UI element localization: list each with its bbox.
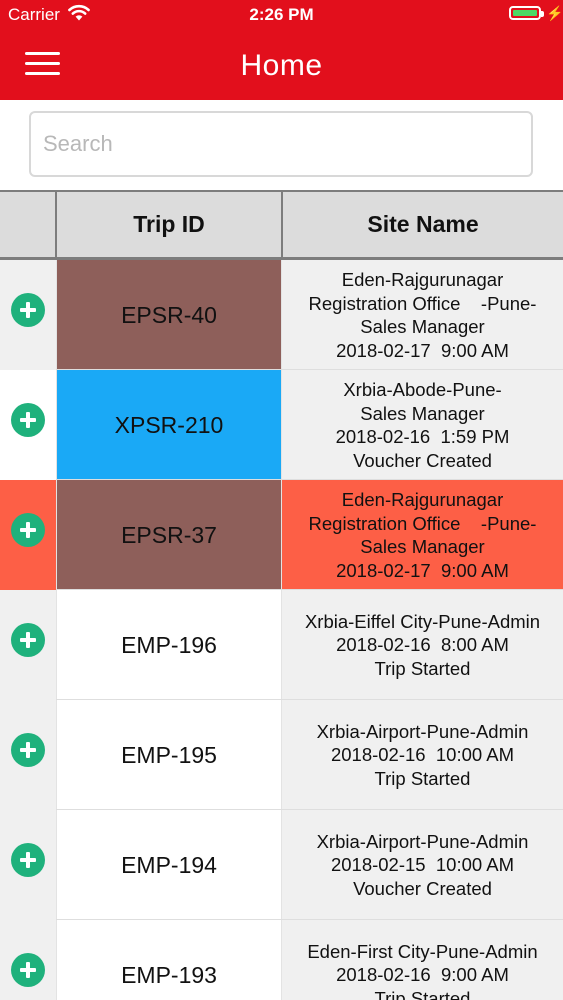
site-line: 2018-02-17 9:00 AM bbox=[336, 339, 509, 361]
site-line: Voucher Created bbox=[353, 449, 492, 471]
site-name-cell[interactable]: Xrbia-Airport-Pune-Admin 2018-02-15 10:00… bbox=[282, 810, 563, 920]
row-expand-cell bbox=[0, 810, 56, 920]
add-circle-icon[interactable] bbox=[11, 623, 45, 657]
site-line: Eden-Rajgurunagar bbox=[341, 269, 504, 290]
row-expand-cell bbox=[0, 260, 56, 370]
site-name-cell[interactable]: Xrbia-Abode-Pune- Sales Manager 2018-02-16… bbox=[282, 370, 563, 480]
row-expand-cell bbox=[0, 590, 56, 700]
site-line: 2018-02-16 9:00 AM bbox=[336, 964, 509, 986]
row-expand-cell bbox=[0, 700, 56, 810]
site-line: 2018-02-16 8:00 AM bbox=[336, 634, 509, 656]
trip-id-cell[interactable]: EMP-196 bbox=[56, 590, 282, 700]
trip-id-cell[interactable]: XPSR-210 bbox=[56, 370, 282, 480]
site-line: Registration Office -Pune- bbox=[308, 512, 537, 534]
header-expand-column bbox=[0, 192, 57, 257]
site-line: Xrbia-Airport-Pune-Admin bbox=[316, 830, 529, 852]
site-line: Eden-Rajgurunagar bbox=[341, 489, 504, 510]
add-circle-icon[interactable] bbox=[11, 733, 45, 767]
table-row[interactable]: EMP-194 Xrbia-Airport-Pune-Admin 2018-02-1… bbox=[0, 810, 563, 920]
header-site-name[interactable]: Site Name bbox=[283, 192, 563, 257]
navigation-bar: Home bbox=[0, 30, 563, 100]
table-row[interactable]: XPSR-210 Xrbia-Abode-Pune- Sales Manager 20… bbox=[0, 370, 563, 480]
site-name-cell[interactable]: Eden-Rajgurunagar Registration Office -Pu… bbox=[282, 480, 563, 590]
table-header: Trip ID Site Name bbox=[0, 190, 563, 260]
add-circle-icon[interactable] bbox=[11, 513, 45, 547]
trip-id-cell[interactable]: EPSR-37 bbox=[56, 480, 282, 590]
search-input[interactable] bbox=[29, 111, 533, 177]
site-name-cell[interactable]: Xrbia-Eiffel City-Pune-Admin 2018-02-16 8… bbox=[282, 590, 563, 700]
trip-table: Trip ID Site Name EPSR-40 Eden-Rajgurunag… bbox=[0, 190, 563, 1000]
site-line: Voucher Created bbox=[353, 877, 492, 899]
site-name-cell[interactable]: Eden-First City-Pune-Admin 2018-02-16 9:0… bbox=[282, 920, 563, 1000]
table-row[interactable]: EMP-193 Eden-First City-Pune-Admin 2018-02… bbox=[0, 920, 563, 1000]
site-line: Sales Manager bbox=[360, 536, 485, 557]
site-line: Trip Started bbox=[374, 987, 471, 1000]
search-bar bbox=[0, 100, 563, 190]
page-title: Home bbox=[240, 49, 323, 82]
site-line: Trip Started bbox=[374, 657, 471, 679]
trip-id-cell[interactable]: EMP-193 bbox=[56, 920, 282, 1000]
site-line: Eden-First City-Pune-Admin bbox=[307, 940, 538, 962]
add-circle-icon[interactable] bbox=[11, 293, 45, 327]
site-name-cell[interactable]: Eden-Rajgurunagar Registration Office -Pu… bbox=[282, 260, 563, 370]
trip-id-cell[interactable]: EMP-194 bbox=[56, 810, 282, 920]
battery-icon bbox=[509, 6, 544, 20]
site-line: Registration Office -Pune- bbox=[308, 292, 537, 314]
add-circle-icon[interactable] bbox=[11, 953, 45, 987]
row-expand-cell bbox=[0, 370, 56, 480]
site-line: Xrbia-Airport-Pune-Admin bbox=[316, 720, 529, 742]
row-expand-cell bbox=[0, 480, 56, 590]
site-line: Trip Started bbox=[374, 767, 471, 789]
site-line: 2018-02-17 9:00 AM bbox=[336, 559, 509, 581]
table-row[interactable]: EPSR-37 Eden-Rajgurunagar Registration Off… bbox=[0, 480, 563, 590]
header-trip-id[interactable]: Trip ID bbox=[57, 192, 283, 257]
site-line: Sales Manager bbox=[360, 402, 485, 424]
site-name-cell[interactable]: Xrbia-Airport-Pune-Admin 2018-02-16 10:00… bbox=[282, 700, 563, 810]
trip-id-cell[interactable]: EMP-195 bbox=[56, 700, 282, 810]
table-row[interactable]: EPSR-40 Eden-Rajgurunagar Registration Off… bbox=[0, 260, 563, 370]
site-line: Sales Manager bbox=[360, 316, 485, 337]
status-time: 2:26 PM bbox=[249, 5, 314, 24]
add-circle-icon[interactable] bbox=[11, 843, 45, 877]
table-row[interactable]: EMP-196 Xrbia-Eiffel City-Pune-Admin 2018-… bbox=[0, 590, 563, 700]
row-expand-cell bbox=[0, 920, 56, 1000]
site-line: 2018-02-16 10:00 AM bbox=[330, 744, 515, 766]
site-line: Xrbia-Abode-Pune- bbox=[343, 379, 502, 400]
charging-bolt-icon: ⚡ bbox=[546, 5, 563, 21]
status-bar: Carrier 2:26 PM ⚡ bbox=[0, 0, 563, 30]
site-line: Xrbia-Eiffel City-Pune-Admin bbox=[304, 610, 541, 632]
site-line: 2018-02-15 10:00 AM bbox=[330, 854, 515, 876]
table-row[interactable]: EMP-195 Xrbia-Airport-Pune-Admin 2018-02-1… bbox=[0, 700, 563, 810]
trip-id-cell[interactable]: EPSR-40 bbox=[56, 260, 282, 370]
add-circle-icon[interactable] bbox=[11, 403, 45, 437]
site-line: 2018-02-16 1:59 PM bbox=[335, 426, 510, 447]
